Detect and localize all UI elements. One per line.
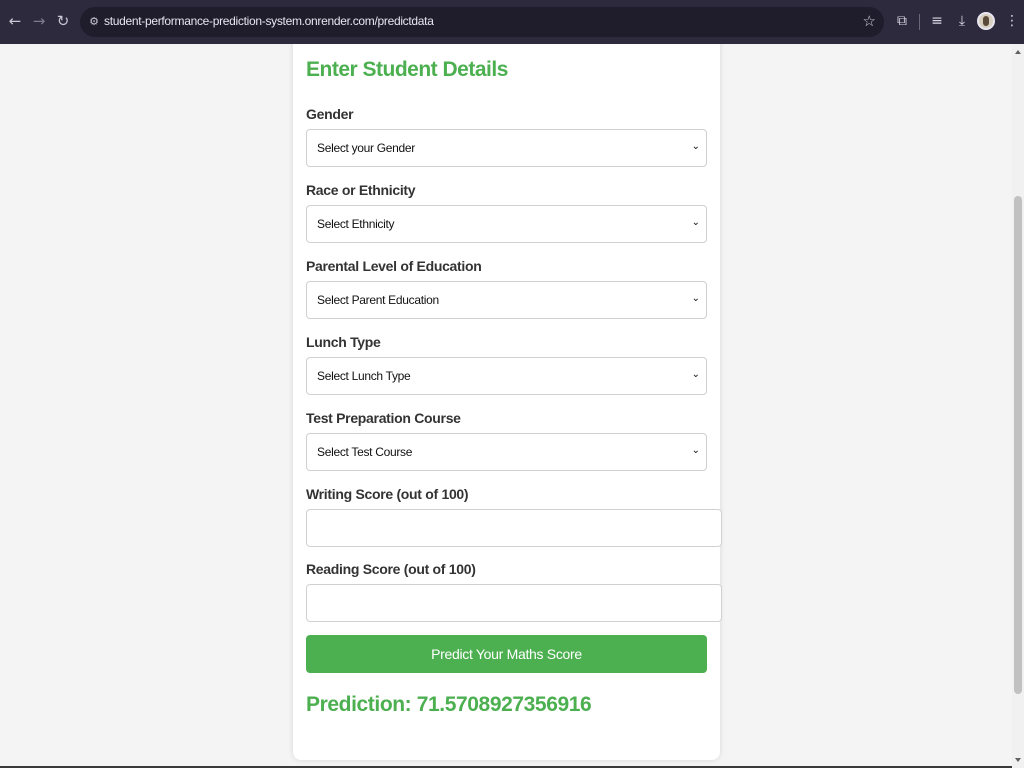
chevron-down-icon: ⌄ [691,369,700,380]
student-form-card: Enter Student Details Gender Select your… [293,44,722,760]
extensions-puzzle-icon[interactable]: ⧉ [892,11,912,31]
gender-label: Gender [306,106,354,122]
back-arrow-icon[interactable]: ← [5,11,25,31]
site-info-icon[interactable]: ⚙ [87,15,101,29]
prediction-result: Prediction: 71.5708927356916 [306,693,592,716]
form-heading: Enter Student Details [306,58,508,81]
lunch-type-select[interactable]: Select Lunch Type ⌄ [306,357,707,395]
gender-select-value: Select your Gender [317,141,415,155]
test-prep-label: Test Preparation Course [306,410,461,426]
test-prep-select[interactable]: Select Test Course ⌄ [306,433,707,471]
chevron-down-icon: ⌄ [691,293,700,304]
ethnicity-select-value: Select Ethnicity [317,217,395,231]
address-bar[interactable]: ⚙ student-performance-prediction-system.… [80,7,884,37]
chevron-down-icon: ⌄ [691,217,700,228]
url-text: student-performance-prediction-system.on… [104,14,434,28]
reading-list-icon[interactable]: ≡ [927,11,947,31]
chevron-down-icon: ⌄ [691,141,700,152]
ethnicity-label: Race or Ethnicity [306,182,416,198]
browser-menu-icon[interactable]: ⋮ [1002,11,1022,31]
reading-score-label: Reading Score (out of 100) [306,561,476,577]
chevron-down-icon: ⌄ [691,445,700,456]
bookmark-star-icon[interactable]: ☆ [863,12,876,30]
gender-select[interactable]: Select your Gender ⌄ [306,129,707,167]
test-prep-select-value: Select Test Course [317,445,413,459]
parent-education-select[interactable]: Select Parent Education ⌄ [306,281,707,319]
page-scrollbar[interactable] [1012,44,1024,768]
writing-score-label: Writing Score (out of 100) [306,486,469,502]
forward-arrow-icon[interactable]: → [29,11,49,31]
toolbar-divider [919,14,920,30]
browser-toolbar: ← → ↻ ⚙ student-performance-prediction-s… [0,0,1024,44]
scroll-up-arrow-icon[interactable] [1015,50,1021,54]
lunch-type-select-value: Select Lunch Type [317,369,411,383]
profile-avatar[interactable] [977,12,995,30]
scroll-down-arrow-icon[interactable] [1015,758,1021,762]
parent-education-label: Parental Level of Education [306,258,482,274]
ethnicity-select[interactable]: Select Ethnicity ⌄ [306,205,707,243]
scrollbar-thumb[interactable] [1014,196,1022,694]
writing-score-input[interactable] [306,509,722,547]
reload-icon[interactable]: ↻ [53,11,73,31]
lunch-type-label: Lunch Type [306,334,381,350]
parent-education-select-value: Select Parent Education [317,293,439,307]
reading-score-input[interactable] [306,584,722,622]
download-icon[interactable]: ⤓ [952,11,972,31]
predict-button[interactable]: Predict Your Maths Score [306,635,707,673]
page-viewport: Enter Student Details Gender Select your… [0,44,1012,768]
